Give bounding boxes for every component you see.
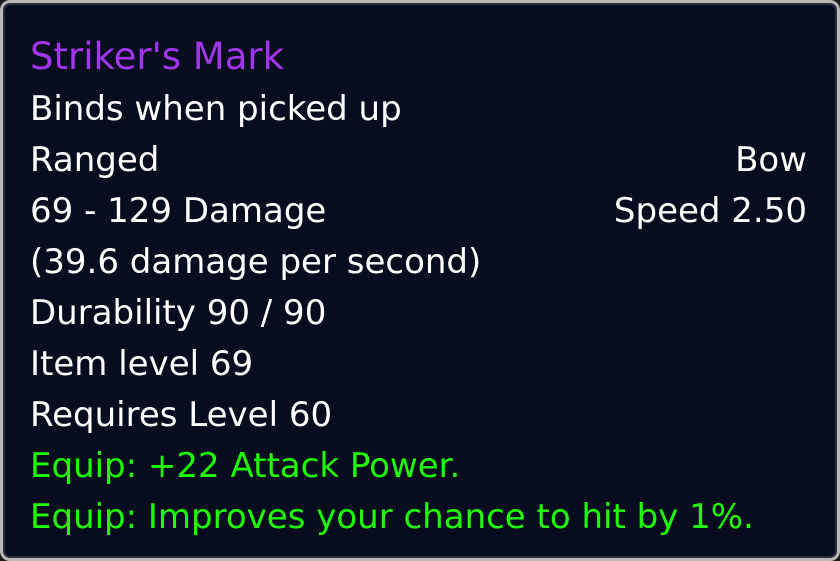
damage-row: 69 - 129 Damage Speed 2.50 bbox=[30, 186, 807, 237]
item-level-text: Item level 69 bbox=[30, 344, 254, 384]
weapon-type: Bow bbox=[735, 140, 807, 180]
bind-text: Binds when picked up bbox=[30, 89, 402, 129]
bind-row: Binds when picked up bbox=[30, 84, 807, 135]
requires-row: Requires Level 60 bbox=[30, 390, 807, 441]
slot-row: Ranged Bow bbox=[30, 135, 807, 186]
requires-level-text: Requires Level 60 bbox=[30, 395, 333, 435]
equip-attack-power: Equip: +22 Attack Power. bbox=[30, 446, 461, 486]
dps-text: (39.6 damage per second) bbox=[30, 242, 482, 282]
item-name: Striker's Mark bbox=[30, 35, 285, 78]
equip-row-2: Equip: Improves your chance to hit by 1%… bbox=[30, 492, 807, 543]
item-name-row: Striker's Mark bbox=[30, 31, 807, 82]
damage-text: 69 - 129 Damage bbox=[30, 191, 327, 231]
slot-text: Ranged bbox=[30, 140, 160, 180]
equip-row-1: Equip: +22 Attack Power. bbox=[30, 441, 807, 492]
speed-text: Speed 2.50 bbox=[613, 191, 807, 231]
dps-row: (39.6 damage per second) bbox=[30, 237, 807, 288]
durability-text: Durability 90 / 90 bbox=[30, 293, 327, 333]
item-tooltip: Striker's Mark Binds when picked up Rang… bbox=[0, 0, 840, 561]
item-level-row: Item level 69 bbox=[30, 339, 807, 390]
equip-hit-chance: Equip: Improves your chance to hit by 1%… bbox=[30, 497, 754, 537]
durability-row: Durability 90 / 90 bbox=[30, 288, 807, 339]
